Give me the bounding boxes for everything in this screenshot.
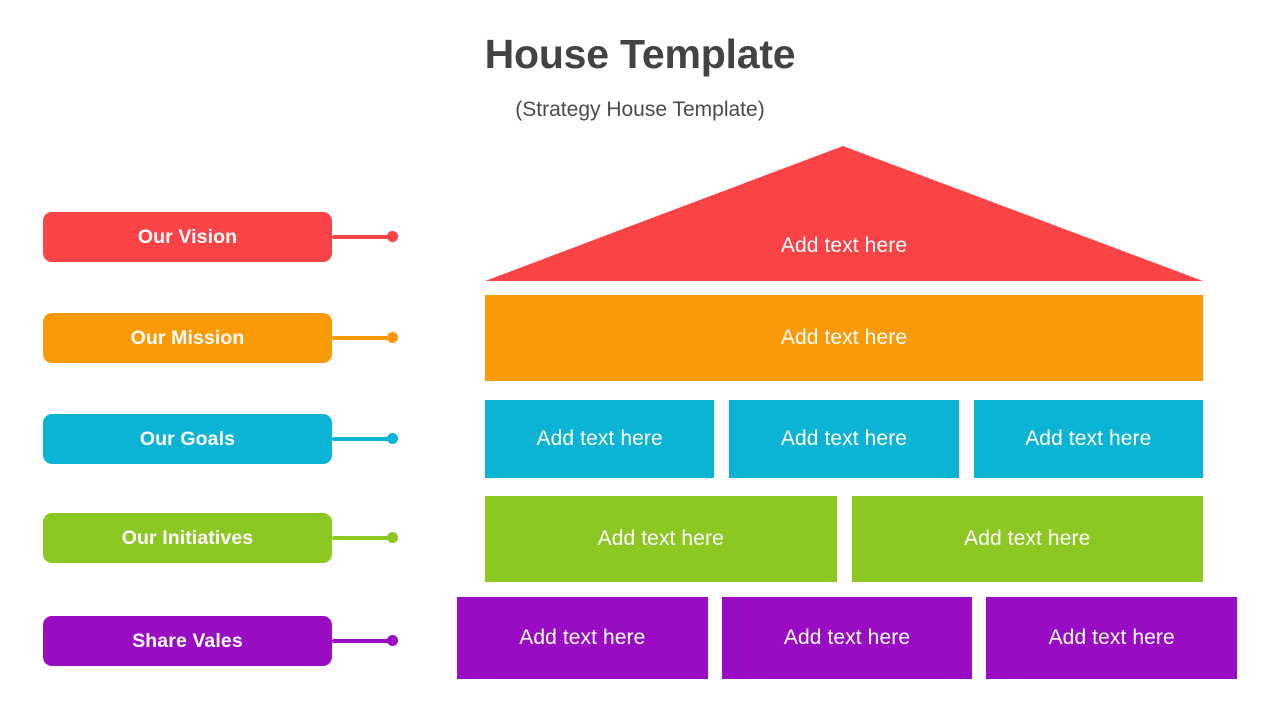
roof-triangle-shape — [485, 146, 1203, 281]
legend-connector-dot — [387, 532, 398, 543]
house-row: Add text here Add text here — [485, 496, 1203, 582]
house-cell-label: Add text here — [1025, 427, 1152, 450]
legend-connector-line — [332, 336, 390, 340]
legend-pill[interactable]: Our Mission — [43, 313, 332, 363]
house-cell[interactable]: Add text here — [973, 400, 1203, 478]
legend-pill-label: Our Goals — [139, 428, 236, 450]
house-cell-label: Add text here — [964, 527, 1091, 550]
house-cell[interactable]: Add text here — [721, 597, 973, 679]
page-subtitle: (Strategy House Template) — [515, 98, 765, 121]
legend-pill[interactable]: Share Vales — [43, 616, 332, 666]
house-cell[interactable]: Add text here — [729, 400, 959, 478]
legend-pill[interactable]: Our Initiatives — [43, 513, 332, 563]
legend-pill[interactable]: Our Vision — [43, 212, 332, 262]
house-cell[interactable]: Add text here — [485, 400, 715, 478]
legend-connector-line — [332, 639, 390, 643]
legend-connector-dot — [387, 433, 398, 444]
legend-pill-label: Our Initiatives — [121, 527, 254, 549]
house-cell-label: Add text here — [597, 527, 724, 550]
legend-connector-dot — [387, 231, 398, 242]
house-cell[interactable]: Add text here — [457, 597, 708, 679]
house-cell-label: Add text here — [780, 326, 908, 349]
legend-row: Our Mission — [43, 313, 399, 363]
legend-connector-line — [332, 536, 390, 540]
legend-pill-label: Share Vales — [132, 630, 243, 652]
house-row: Add text here Add text here Add text here — [457, 597, 1238, 679]
house-cell-label: Add text here — [519, 626, 646, 649]
house-cell-label: Add text here — [536, 427, 663, 450]
house-cell[interactable]: Add text here — [851, 496, 1203, 582]
house-cell-label: Add text here — [1048, 626, 1175, 649]
house-row: Add text here — [485, 295, 1203, 381]
slide-canvas: House Template (Strategy House Template)… — [0, 0, 1280, 720]
house-cell[interactable]: Add text here — [485, 496, 837, 582]
house-roof[interactable]: Add text here — [485, 146, 1203, 282]
legend-connector-line — [332, 235, 390, 239]
legend-pill-label: Our Vision — [137, 226, 238, 248]
legend-pill-label: Our Mission — [130, 327, 245, 349]
house-row: Add text here Add text here Add text here — [485, 400, 1203, 478]
legend-row: Our Vision — [43, 212, 399, 262]
house-cell-label: Add text here — [783, 626, 911, 649]
house-cell[interactable]: Add text here — [986, 597, 1238, 679]
legend-row: Share Vales — [43, 616, 399, 666]
legend-row: Our Goals — [43, 414, 399, 464]
page-title: House Template — [484, 31, 796, 77]
legend-connector-line — [332, 437, 390, 441]
legend-connector-dot — [387, 332, 398, 343]
legend-row: Our Initiatives — [43, 513, 399, 563]
legend-pill[interactable]: Our Goals — [43, 414, 332, 464]
house-cell-label: Add text here — [780, 427, 908, 450]
roof-svg — [485, 146, 1203, 281]
legend-connector-dot — [387, 635, 398, 646]
house-cell[interactable]: Add text here — [485, 295, 1203, 381]
